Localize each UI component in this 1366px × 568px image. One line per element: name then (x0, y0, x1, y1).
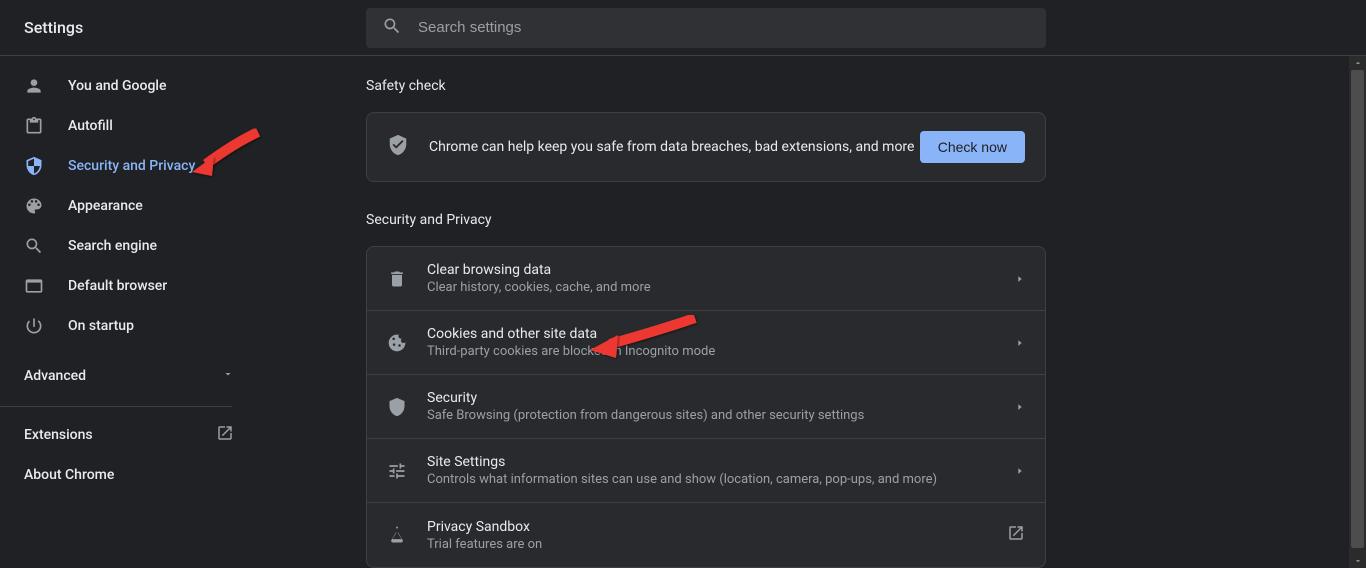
safety-check-card: Chrome can help keep you safe from data … (366, 112, 1046, 182)
row-clear-browsing-data[interactable]: Clear browsing data Clear history, cooki… (367, 247, 1045, 311)
about-label: About Chrome (24, 467, 114, 483)
power-icon (24, 316, 44, 336)
row-title: Cookies and other site data (427, 326, 1015, 342)
sidebar-item-default-browser[interactable]: Default browser (0, 266, 256, 306)
row-subtitle: Safe Browsing (protection from dangerous… (427, 408, 1015, 423)
browser-icon (24, 276, 44, 296)
chevron-right-icon (1015, 269, 1025, 288)
shield-check-icon (387, 134, 409, 160)
row-subtitle: Third-party cookies are blocked in Incog… (427, 344, 1015, 359)
scrollbar-thumb[interactable] (1351, 70, 1364, 548)
trash-icon (387, 269, 407, 289)
safety-check-text: Chrome can help keep you safe from data … (429, 139, 920, 155)
sidebar-about[interactable]: About Chrome (0, 455, 256, 495)
row-title: Site Settings (427, 454, 1015, 470)
search-icon (24, 236, 44, 256)
shield-icon (387, 397, 407, 417)
sidebar-item-autofill[interactable]: Autofill (0, 106, 256, 146)
row-cookies[interactable]: Cookies and other site data Third-party … (367, 311, 1045, 375)
row-title: Security (427, 390, 1015, 406)
row-title: Clear browsing data (427, 262, 1015, 278)
row-subtitle: Trial features are on (427, 537, 1007, 552)
chevron-right-icon (1015, 397, 1025, 416)
external-link-icon (216, 424, 234, 446)
search-icon (382, 16, 402, 40)
safety-check-title: Safety check (366, 78, 1366, 94)
sidebar-item-label: Appearance (68, 198, 143, 214)
row-security[interactable]: Security Safe Browsing (protection from … (367, 375, 1045, 439)
clipboard-icon (24, 116, 44, 136)
row-title: Privacy Sandbox (427, 519, 1007, 535)
external-link-icon (1007, 524, 1025, 546)
divider (0, 406, 232, 407)
scroll-up-icon[interactable] (1349, 56, 1366, 70)
page-title: Settings (24, 18, 304, 37)
sidebar: You and Google Autofill Security and Pri… (0, 56, 256, 568)
check-now-button[interactable]: Check now (920, 131, 1025, 163)
sidebar-item-on-startup[interactable]: On startup (0, 306, 256, 346)
palette-icon (24, 196, 44, 216)
person-icon (24, 76, 44, 96)
security-privacy-card: Clear browsing data Clear history, cooki… (366, 246, 1046, 568)
flask-icon (387, 525, 407, 545)
sidebar-item-label: On startup (68, 318, 134, 334)
sidebar-item-appearance[interactable]: Appearance (0, 186, 256, 226)
sidebar-item-label: Security and Privacy (68, 158, 195, 174)
sidebar-item-label: Search engine (68, 238, 157, 254)
row-subtitle: Controls what information sites can use … (427, 472, 1015, 487)
search-input[interactable] (418, 19, 1030, 36)
row-privacy-sandbox[interactable]: Privacy Sandbox Trial features are on (367, 503, 1045, 567)
cookie-icon (387, 333, 407, 353)
shield-icon (24, 156, 44, 176)
sidebar-item-search-engine[interactable]: Search engine (0, 226, 256, 266)
chevron-down-icon (222, 368, 234, 384)
tune-icon (387, 461, 407, 481)
search-container[interactable] (366, 8, 1046, 48)
row-subtitle: Clear history, cookies, cache, and more (427, 280, 1015, 295)
sidebar-item-label: Autofill (68, 118, 113, 134)
chevron-right-icon (1015, 461, 1025, 480)
main-content: Safety check Chrome can help keep you sa… (256, 56, 1366, 568)
advanced-label: Advanced (24, 368, 86, 384)
security-privacy-title: Security and Privacy (366, 212, 1366, 228)
sidebar-extensions[interactable]: Extensions (0, 415, 256, 455)
sidebar-item-label: Default browser (68, 278, 167, 294)
sidebar-item-security[interactable]: Security and Privacy (0, 146, 256, 186)
scrollbar[interactable] (1349, 56, 1366, 568)
chevron-right-icon (1015, 333, 1025, 352)
sidebar-item-label: You and Google (68, 78, 166, 94)
sidebar-item-you-and-google[interactable]: You and Google (0, 66, 256, 106)
header: Settings (0, 0, 1366, 56)
sidebar-advanced[interactable]: Advanced (0, 356, 256, 396)
row-site-settings[interactable]: Site Settings Controls what information … (367, 439, 1045, 503)
extensions-label: Extensions (24, 427, 93, 443)
scroll-down-icon[interactable] (1349, 554, 1366, 568)
